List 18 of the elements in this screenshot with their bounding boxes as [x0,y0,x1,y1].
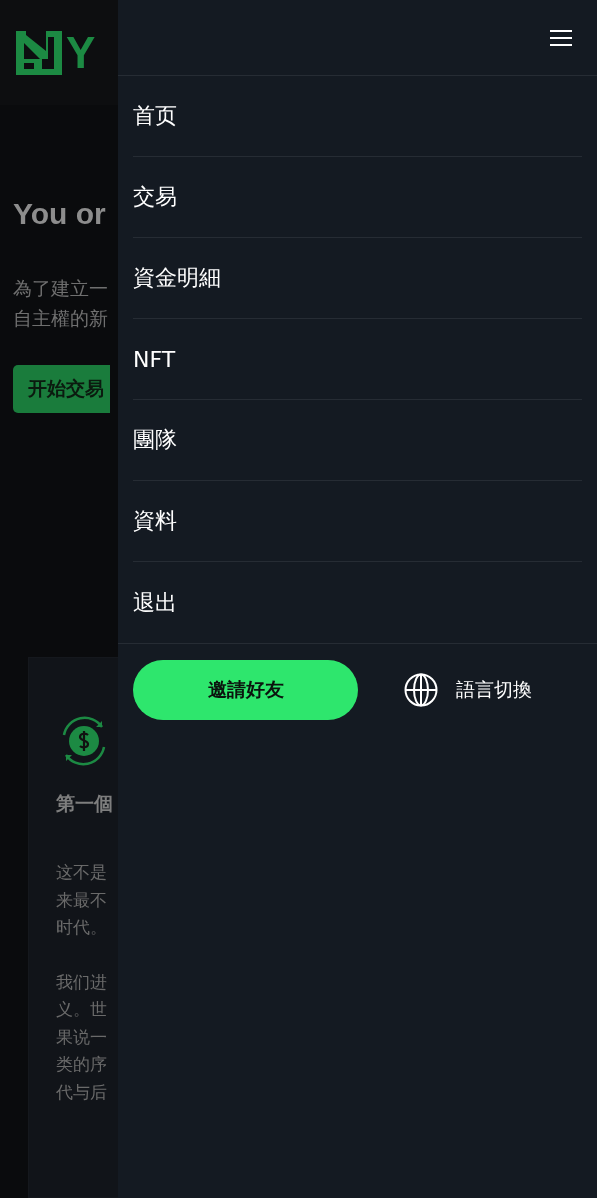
invite-friends-button[interactable]: 邀請好友 [133,660,358,720]
menu-item[interactable]: 資料 [133,481,582,562]
menu-item[interactable]: 團隊 [133,400,582,481]
menu-item[interactable]: NFT [133,319,582,400]
hero-title: You or [13,197,107,231]
card-paragraph: 这不是 来最不 时代。 [56,861,108,939]
menu-item[interactable]: 交易 [133,157,582,238]
language-switch-link[interactable]: 語言切換 [404,673,532,707]
menu-item[interactable]: 退出 [133,562,582,643]
menu-item[interactable]: 首页 [133,76,582,157]
logo-text: Y [66,30,96,75]
menu-item[interactable]: 資金明細 [133,238,582,319]
logo-icon [16,30,62,75]
hero-text: 為了建立一 自主權的新 [13,276,109,331]
card-paragraph: 我们进 义。世 果说一 类的序 代与后 [56,970,108,1104]
globe-icon [404,673,438,707]
card-title: 第一個 [56,791,114,816]
menu-icon[interactable] [549,28,573,47]
